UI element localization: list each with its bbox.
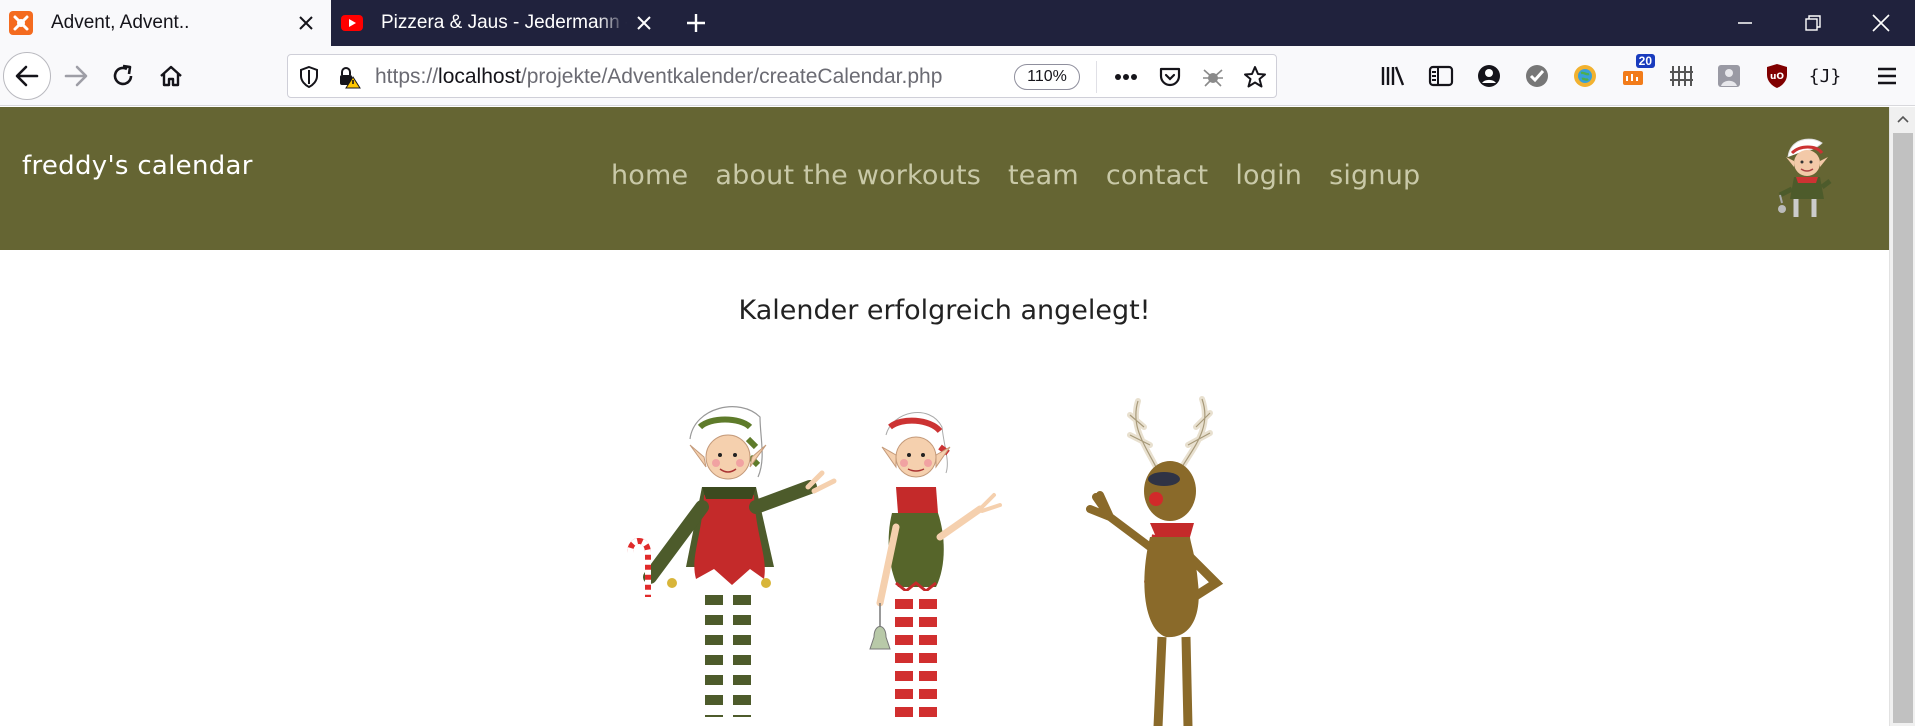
svg-text:{J}: {J} (1810, 66, 1840, 87)
extension-badge: 20 (1635, 54, 1655, 68)
tab-youtube[interactable]: Pizzera & Jaus - Jedermann - Yo (332, 0, 669, 46)
site-header: freddy's calendar home about the workout… (0, 107, 1889, 250)
insecure-lock-icon[interactable] (336, 64, 362, 90)
restore-icon[interactable] (1778, 0, 1848, 46)
new-tab-icon[interactable] (680, 7, 712, 39)
reload-icon[interactable] (101, 54, 145, 98)
scrollbar-thumb[interactable] (1893, 133, 1913, 723)
extension-counter-icon[interactable]: 20 (1615, 54, 1655, 94)
bookmark-star-icon[interactable] (1242, 64, 1268, 90)
url-text: https://localhost/projekte/Adventkalende… (375, 65, 943, 88)
menu-home[interactable]: home (611, 160, 688, 191)
url-separator (1096, 61, 1097, 93)
tab-advent[interactable]: Advent, Advent.. (0, 0, 331, 46)
extension-photo-icon[interactable] (1711, 58, 1747, 94)
extension-grid-icon[interactable] (1663, 58, 1699, 94)
extension-check-icon[interactable] (1519, 58, 1555, 94)
menu-contact[interactable]: contact (1106, 160, 1208, 191)
menu-about-the-workouts[interactable]: about the workouts (715, 160, 981, 191)
elf-red-white-figure (869, 412, 1002, 717)
pocket-icon[interactable] (1157, 64, 1183, 90)
close-tab-icon[interactable] (289, 6, 323, 40)
close-window-icon[interactable] (1846, 0, 1915, 46)
menu-signup[interactable]: signup (1329, 160, 1420, 191)
tracking-shield-icon[interactable] (296, 64, 322, 90)
elf-logo[interactable] (1770, 129, 1840, 229)
success-message: Kalender erfolgreich angelegt! (738, 295, 1151, 326)
sidebar-icon[interactable] (1423, 58, 1459, 94)
minimize-icon[interactable] (1710, 0, 1780, 46)
tab-strip: Advent, Advent.. Pizzera & Jaus - Jederm… (0, 0, 1915, 46)
reindeer-figure (1086, 396, 1224, 726)
youtube-icon (341, 15, 363, 31)
svg-text:uO: uO (1770, 72, 1784, 82)
elves-reindeer-illustration (627, 396, 1224, 726)
tab-title: Advent, Advent.. (51, 12, 190, 33)
vertical-scrollbar[interactable] (1889, 107, 1915, 726)
site-brand-link[interactable]: freddy's calendar (22, 151, 253, 181)
page-actions-icon[interactable] (1113, 64, 1139, 90)
close-tab-icon[interactable] (627, 6, 661, 40)
page-viewport: freddy's calendar home about the workout… (0, 107, 1889, 726)
json-viewer-icon[interactable]: {J} (1807, 58, 1843, 94)
address-bar[interactable]: https://localhost/projekte/Adventkalende… (287, 54, 1277, 98)
forward-icon[interactable] (54, 54, 98, 98)
menu-team[interactable]: team (1008, 160, 1079, 191)
extension-globe-icon[interactable] (1567, 58, 1603, 94)
xampp-icon (9, 11, 33, 35)
elf-green-figure (627, 406, 837, 717)
navigation-toolbar: https://localhost/projekte/Adventkalende… (0, 46, 1915, 106)
scroll-up-arrow-icon[interactable] (1890, 107, 1915, 131)
back-icon[interactable] (3, 52, 51, 100)
menu-login[interactable]: login (1235, 160, 1302, 191)
hamburger-menu-icon[interactable] (1869, 58, 1905, 94)
library-icon[interactable] (1375, 58, 1411, 94)
extension-spider-icon[interactable] (1200, 64, 1226, 90)
account-icon[interactable] (1471, 58, 1507, 94)
ublock-origin-icon[interactable]: uO (1759, 58, 1795, 94)
tab-title: Pizzera & Jaus - Jedermann - Yo (381, 12, 627, 33)
main-menu: home about the workouts team contact log… (611, 160, 1420, 191)
zoom-indicator[interactable]: 110% (1014, 64, 1080, 90)
home-icon[interactable] (149, 54, 193, 98)
